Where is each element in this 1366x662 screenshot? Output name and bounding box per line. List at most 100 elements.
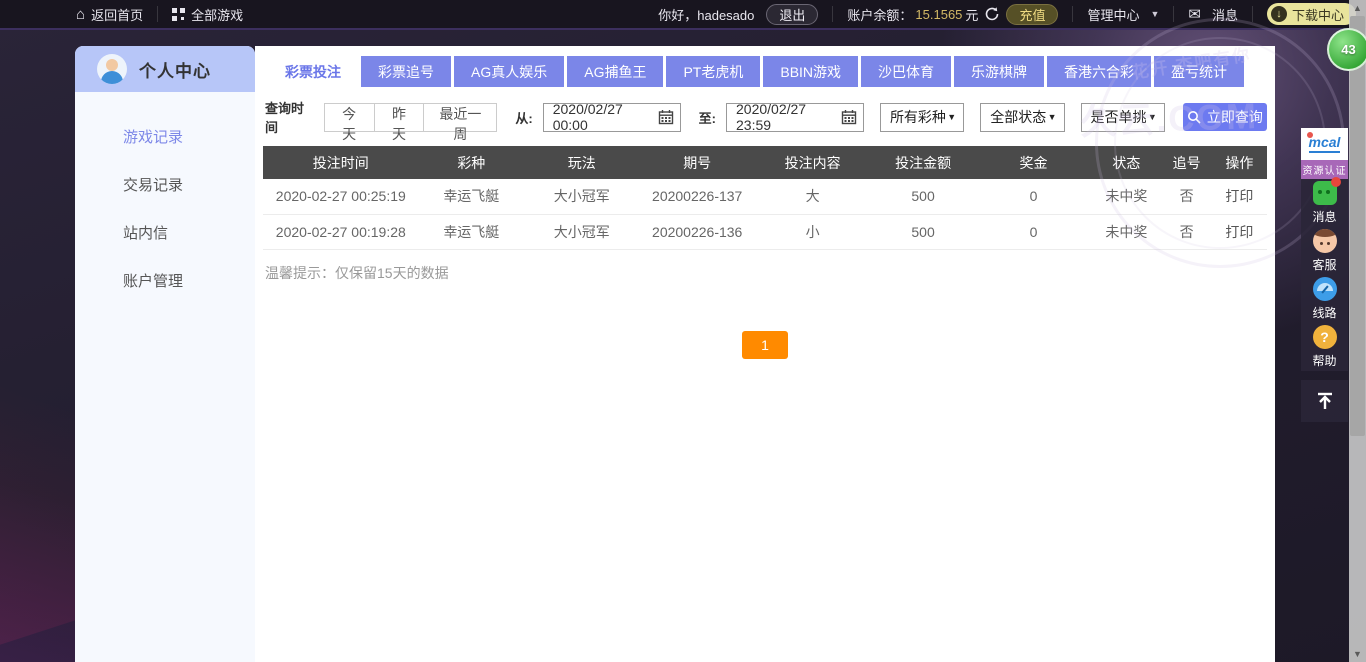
cell-操作: 打印 [1212,214,1267,249]
quick-昨天[interactable]: 昨天 [374,103,425,132]
select-全部状态[interactable]: 全部状态▼ [980,103,1064,132]
cert-logo-text: mcal [1309,135,1341,152]
tab-沙巴体育[interactable]: 沙巴体育 [861,56,951,87]
tab-香港六合彩[interactable]: 香港六合彩 [1047,56,1151,87]
cert-logo[interactable]: mcal [1301,128,1348,160]
admin-center-label: 管理中心 [1087,5,1139,24]
tab-彩票追号[interactable]: 彩票追号 [361,56,451,87]
calendar-icon[interactable] [658,109,674,125]
search-icon [1187,110,1201,124]
cell-状态: 未中奖 [1091,179,1161,214]
divider [1072,6,1073,22]
logout-button[interactable]: 退出 [766,4,818,25]
page-1-button[interactable]: 1 [742,331,788,359]
messages-label: 消息 [1212,5,1238,24]
messages-link[interactable]: ✉ 消息 [1188,5,1238,24]
cert-strip[interactable]: 资源认证 [1301,160,1348,179]
download-icon: ↓ [1271,6,1287,22]
divider [1252,6,1253,22]
table-header-row: 投注时间彩种玩法期号投注内容投注金额奖金状态追号操作 [263,146,1267,179]
cell-状态: 未中奖 [1091,214,1161,249]
divider [1173,6,1174,22]
all-games-link[interactable]: 全部游戏 [172,5,243,24]
to-label: 至: [699,108,716,127]
tab-盈亏统计[interactable]: 盈亏统计 [1154,56,1244,87]
all-games-label: 全部游戏 [191,5,243,24]
cell-奖金: 0 [976,179,1091,214]
col-header-投注金额: 投注金额 [870,146,975,179]
col-header-玩法: 玩法 [524,146,639,179]
select-value: 是否单挑 [1091,107,1147,127]
scroll-down-arrow-icon[interactable]: ▼ [1353,646,1362,662]
date-from-input[interactable]: 2020/02/27 00:00 [543,103,681,132]
recharge-button[interactable]: 充值 [1006,4,1058,25]
back-to-top-button[interactable] [1301,380,1348,422]
col-header-操作: 操作 [1212,146,1267,179]
bet-records-table: 投注时间彩种玩法期号投注内容投注金额奖金状态追号操作 2020-02-27 00… [263,146,1267,250]
tab-AG捕鱼王[interactable]: AG捕鱼王 [567,56,663,87]
widget-帮助[interactable]: ?帮助 [1301,323,1348,371]
filter-label: 查询时间 [265,98,312,136]
floating-widgets: mcal 资源认证 消息客服线路?帮助 [1301,128,1348,422]
personal-center-sidebar: 个人中心 游戏记录交易记录站内信账户管理 [75,46,255,662]
select-是否单挑[interactable]: 是否单挑▼ [1081,103,1165,132]
cell-玩法: 大小冠军 [524,179,639,214]
tab-PT老虎机[interactable]: PT老虎机 [666,56,760,87]
calendar-icon[interactable] [841,109,857,125]
scrollbar-thumb[interactable] [1350,16,1365,436]
back-home-link[interactable]: ⌂ 返回首页 [76,5,143,24]
col-header-状态: 状态 [1091,146,1161,179]
refresh-balance-icon[interactable] [984,6,1000,22]
cell-期号: 20200226-136 [639,214,754,249]
retention-tip: 温馨提示：仅保留15天的数据 [265,263,1267,283]
cell-彩种: 幸运飞艇 [419,179,524,214]
col-header-追号: 追号 [1162,146,1212,179]
tab-彩票投注[interactable]: 彩票投注 [268,56,358,87]
page-scrollbar[interactable]: ▲ ▼ [1349,0,1366,662]
cell-投注时间: 2020-02-27 00:19:28 [263,214,419,249]
col-header-彩种: 彩种 [419,146,524,179]
cell-期号: 20200226-137 [639,179,754,214]
cell-彩种: 幸运飞艇 [419,214,524,249]
widget-客服[interactable]: 客服 [1301,227,1348,275]
download-center-button[interactable]: ↓ 下载中心 [1267,3,1356,25]
date-to-value: 2020/02/27 23:59 [736,101,835,133]
table-row: 2020-02-27 00:19:28幸运飞艇大小冠军20200226-136小… [263,214,1267,249]
print-link[interactable]: 打印 [1225,188,1253,204]
back-home-label: 返回首页 [91,5,143,24]
date-to-input[interactable]: 2020/02/27 23:59 [726,103,864,132]
balance-value: 15.1565 [915,7,962,22]
from-label: 从: [515,108,532,127]
print-link[interactable]: 打印 [1225,224,1253,240]
quick-今天[interactable]: 今天 [324,103,375,132]
cell-奖金: 0 [976,214,1091,249]
tab-BBIN游戏[interactable]: BBIN游戏 [763,56,858,87]
quick-最近一周[interactable]: 最近一周 [423,103,497,132]
sidebar-item-交易记录[interactable]: 交易记录 [75,160,255,208]
grid-icon [172,8,185,21]
user-avatar-icon [97,54,127,84]
customer-service-icon [1313,229,1337,253]
cell-追号: 否 [1162,214,1212,249]
date-from-value: 2020/02/27 00:00 [553,101,652,133]
sidebar-item-账户管理[interactable]: 账户管理 [75,256,255,304]
chevron-down-icon: ▼ [947,112,956,122]
widget-label: 客服 [1312,256,1336,273]
widget-消息[interactable]: 消息 [1301,179,1348,227]
widget-线路[interactable]: 线路 [1301,275,1348,323]
cell-投注内容: 小 [755,214,870,249]
tab-乐游棋牌[interactable]: 乐游棋牌 [954,56,1044,87]
line-gauge-icon [1313,277,1337,301]
topbar: ⌂ 返回首页 全部游戏 你好，hadesado 退出 账户余额： 15.1565… [0,0,1366,30]
scroll-up-arrow-icon[interactable]: ▲ [1353,0,1362,16]
wechat-message-icon [1313,181,1337,205]
notification-badge[interactable]: 43 [1327,28,1366,71]
sidebar-item-站内信[interactable]: 站内信 [75,208,255,256]
admin-center-menu[interactable]: 管理中心 ▼ [1087,5,1159,24]
tab-AG真人娱乐[interactable]: AG真人娱乐 [454,56,564,87]
balance-label: 账户余额： [847,5,912,24]
select-所有彩种[interactable]: 所有彩种▼ [880,103,964,132]
sidebar-item-游戏记录[interactable]: 游戏记录 [75,112,255,160]
search-button[interactable]: 立即查询 [1183,103,1267,131]
cell-操作: 打印 [1212,179,1267,214]
